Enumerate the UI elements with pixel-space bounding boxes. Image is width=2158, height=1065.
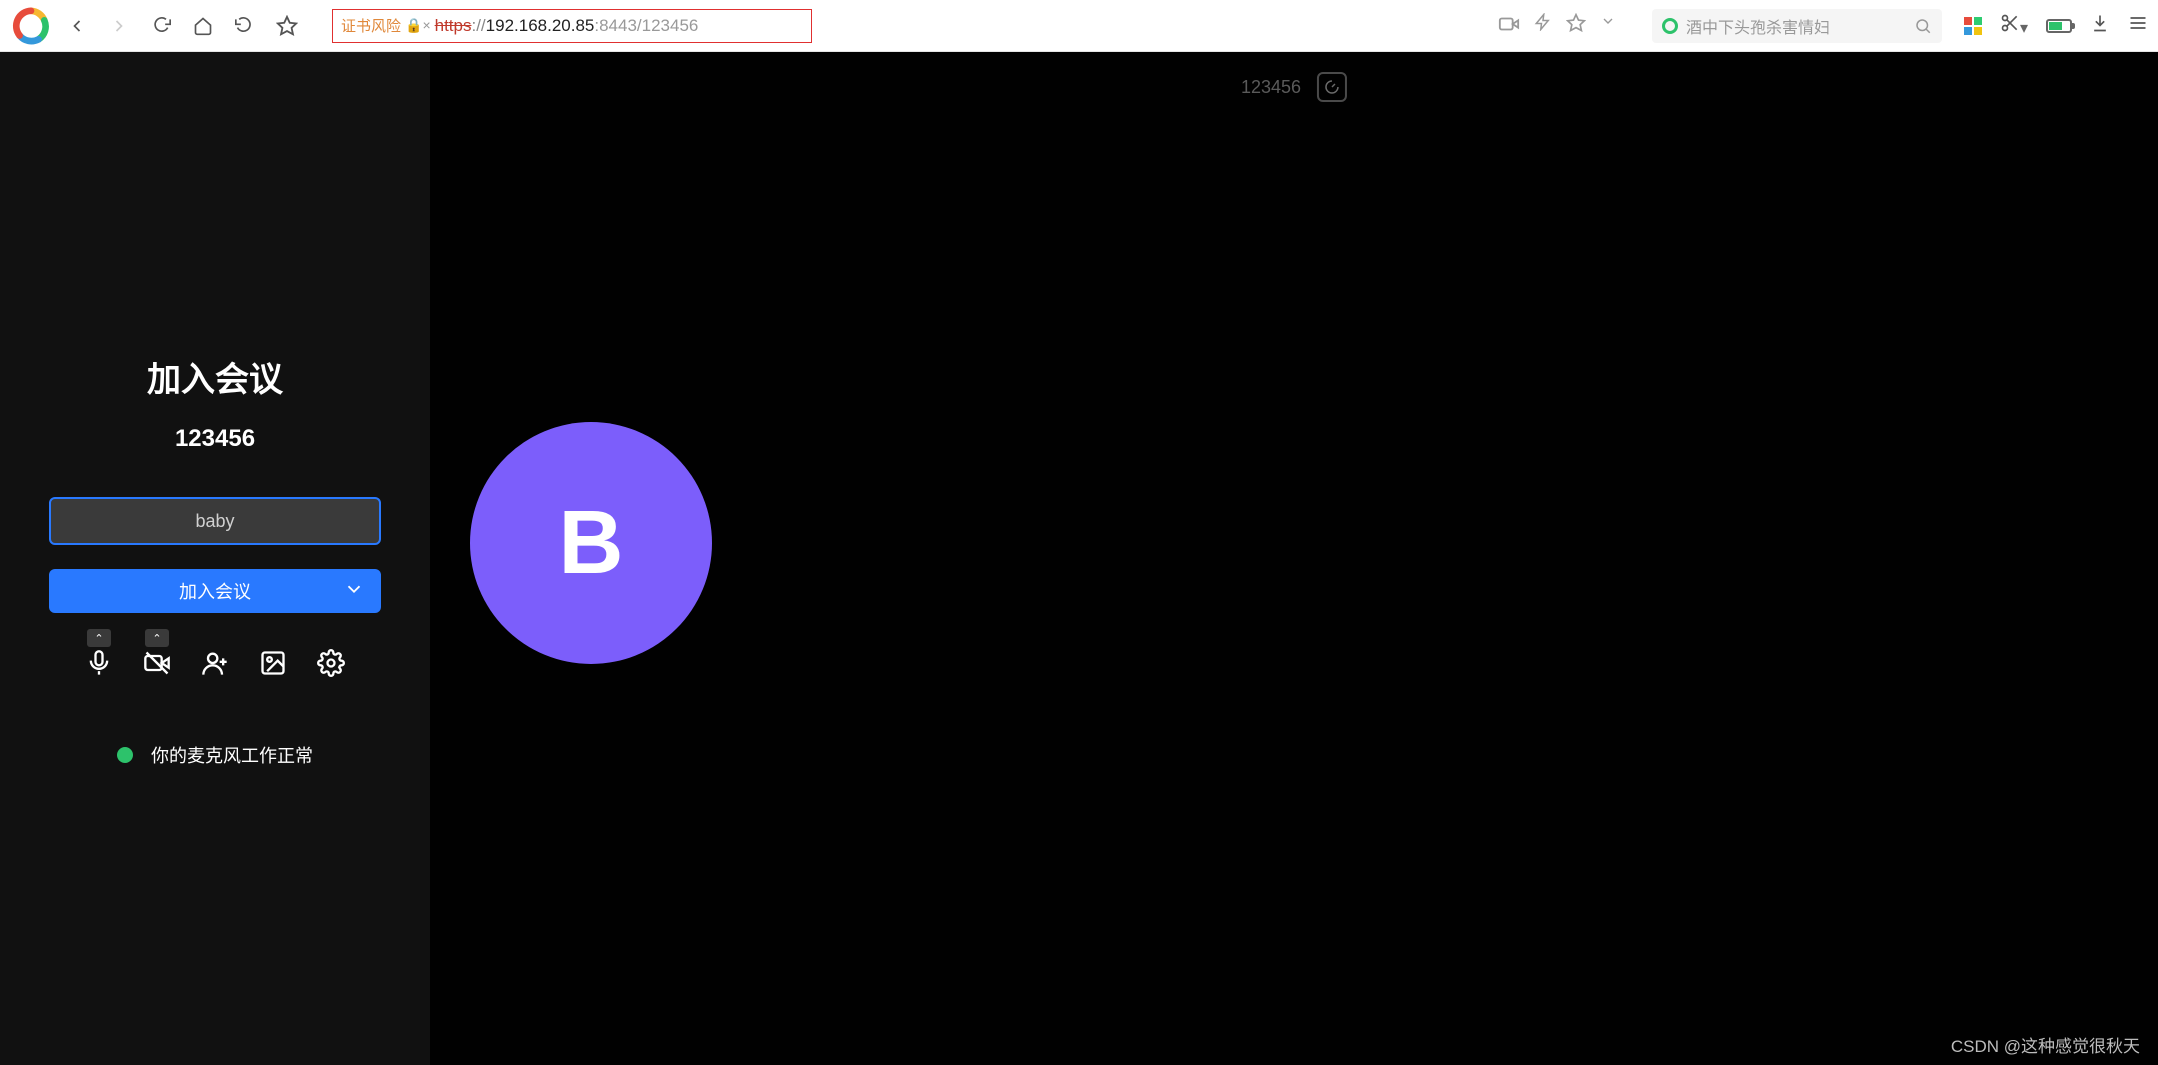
browser-logo-icon <box>10 5 52 47</box>
status-dot-icon <box>117 747 133 763</box>
search-icon[interactable] <box>1914 17 1932 35</box>
mic-options-chevron-icon[interactable]: ⌃ <box>87 629 111 647</box>
home-button[interactable] <box>186 9 220 43</box>
url-port: :8443 <box>594 16 637 36</box>
undo-button[interactable] <box>228 9 262 43</box>
video-icon[interactable] <box>1498 13 1520 40</box>
chevron-down-icon[interactable] <box>343 578 365 605</box>
apps-grid-icon[interactable] <box>1964 17 1982 35</box>
video-area: 123456 B <box>430 52 2158 1065</box>
meeting-stage: 加入会议 123456 加入会议 ⌃ ⌃ <box>0 52 2158 1065</box>
url-path: /123456 <box>637 16 698 36</box>
join-button-label: 加入会议 <box>179 578 251 604</box>
camera-options-chevron-icon[interactable]: ⌃ <box>145 629 169 647</box>
mic-status: 你的麦克风工作正常 <box>117 742 313 768</box>
display-name-input[interactable] <box>49 497 381 545</box>
menu-icon[interactable] <box>2128 13 2148 38</box>
performance-icon[interactable] <box>1317 72 1347 102</box>
avatar: B <box>470 422 712 664</box>
address-right-icons <box>1498 13 1616 40</box>
lock-icon: 🔒× <box>405 17 431 34</box>
prejoin-title: 加入会议 <box>147 352 283 401</box>
search-provider-icon <box>1662 18 1678 34</box>
mic-status-text: 你的麦克风工作正常 <box>151 742 313 768</box>
chevron-down-icon[interactable] <box>1600 13 1616 40</box>
download-icon[interactable] <box>2090 13 2110 38</box>
scissors-icon[interactable]: ▾ <box>2000 13 2028 38</box>
avatar-letter: B <box>559 492 624 595</box>
invite-button[interactable] <box>201 649 229 682</box>
device-controls: ⌃ ⌃ <box>85 649 345 682</box>
address-bar[interactable]: 证书风险 🔒× https://192.168.20.85:8443/12345… <box>332 9 812 43</box>
meeting-id-top: 123456 <box>1241 77 1301 98</box>
search-placeholder: 酒中下头孢杀害情妇 <box>1686 14 1906 38</box>
join-meeting-button[interactable]: 加入会议 <box>49 569 381 613</box>
cert-warning-label: 证书风险 <box>341 15 401 36</box>
browser-toolbar: 证书风险 🔒× https://192.168.20.85:8443/12345… <box>0 0 2158 52</box>
url-sep: :// <box>471 16 485 36</box>
address-bar-wrap: 证书风险 🔒× https://192.168.20.85:8443/12345… <box>332 9 1624 43</box>
back-button[interactable] <box>60 9 94 43</box>
url-host: 192.168.20.85 <box>486 16 595 36</box>
forward-button[interactable] <box>102 9 136 43</box>
background-button[interactable] <box>259 649 287 682</box>
bookmark-button[interactable] <box>270 9 304 43</box>
prejoin-sidebar: 加入会议 123456 加入会议 ⌃ ⌃ <box>0 52 430 1065</box>
star-icon[interactable] <box>1566 13 1586 40</box>
meeting-id-label: 123456 <box>175 425 255 453</box>
url-scheme: https <box>435 16 472 36</box>
battery-icon[interactable] <box>2046 19 2072 33</box>
meeting-top-bar: 123456 <box>1241 72 1347 102</box>
reload-button[interactable] <box>144 9 178 43</box>
camera-button[interactable]: ⌃ <box>143 649 171 682</box>
toolbar-right: ▾ <box>1964 13 2148 38</box>
flash-icon[interactable] <box>1534 13 1552 40</box>
watermark-text: CSDN @这种感觉很秋天 <box>1951 1032 2140 1057</box>
search-box[interactable]: 酒中下头孢杀害情妇 <box>1652 9 1942 43</box>
settings-button[interactable] <box>317 649 345 682</box>
microphone-button[interactable]: ⌃ <box>85 649 113 682</box>
